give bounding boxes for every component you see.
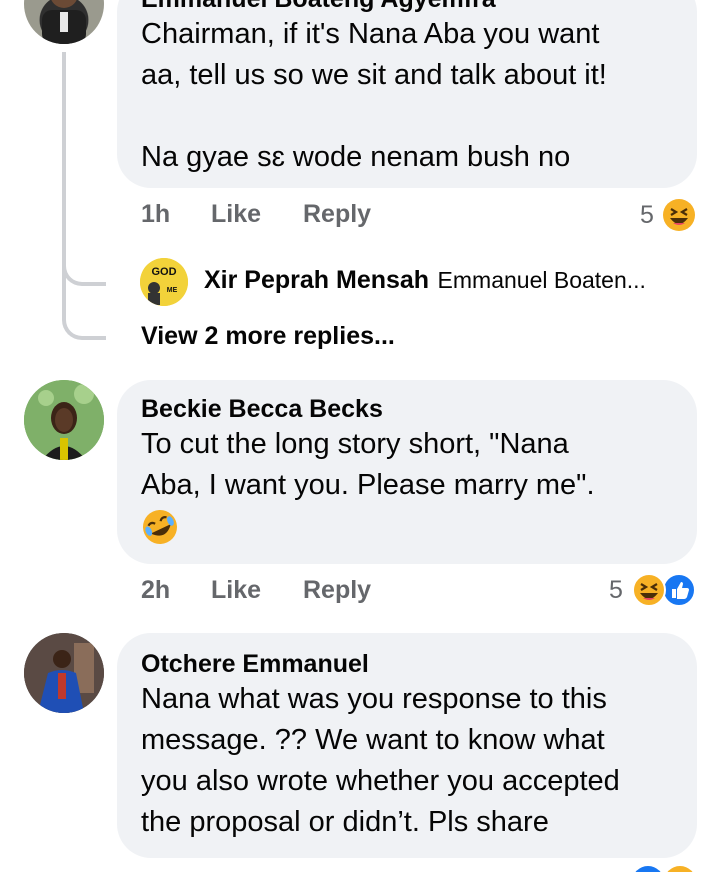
comment-author[interactable]: Beckie Becca Becks	[141, 394, 673, 424]
thread-connector-view-more	[62, 282, 106, 340]
avatar-image	[24, 633, 104, 713]
rolling-laughing-emoji	[143, 510, 177, 544]
comment-text-line: To cut the long story short, "Nana	[141, 428, 569, 460]
comment-text-line: aa, tell us so we sit and talk about it!	[141, 59, 607, 91]
avatar-image	[24, 380, 104, 460]
comment-bubble: Emmanuel Boateng Agyemfra Chairman, if i…	[117, 0, 697, 188]
comment-text-line: Aba, I want you. Please marry me".	[141, 469, 595, 501]
svg-text:GOD: GOD	[151, 266, 176, 278]
reply-author[interactable]: Xir Peprah Mensah	[204, 266, 429, 294]
haha-reaction-icon	[632, 573, 666, 607]
reply-snippet: Emmanuel Boaten...	[437, 267, 646, 293]
comment-text-line: Na gyae sɛ wode nenam bush no	[141, 141, 571, 173]
reply-button[interactable]: Reply	[303, 576, 371, 605]
like-reaction-icon	[632, 866, 664, 872]
haha-reaction-icon	[664, 866, 696, 872]
reaction-count: 5	[609, 576, 623, 604]
comment-text-line: you also wrote whether you accepted	[141, 765, 620, 797]
reaction-summary-partial[interactable]	[630, 866, 700, 872]
reaction-summary[interactable]: 5	[600, 573, 700, 609]
comment-timestamp[interactable]: 1h	[141, 200, 170, 229]
comment-author[interactable]: Emmanuel Boateng Agyemfra	[141, 0, 673, 14]
svg-text:ME: ME	[167, 287, 178, 294]
comment-text-line: message. ?? We want to know what	[141, 724, 605, 756]
comment-author[interactable]: Otchere Emmanuel	[141, 649, 673, 679]
avatar[interactable]	[24, 380, 104, 460]
avatar-image: GOD ME	[140, 258, 188, 306]
like-reaction-icon	[662, 573, 696, 607]
avatar[interactable]	[24, 633, 104, 713]
haha-reaction-icon	[663, 199, 695, 231]
comment-text-line: Chairman, if it's Nana Aba you want	[141, 18, 600, 50]
like-button[interactable]: Like	[211, 200, 261, 229]
reaction-count: 5	[640, 201, 654, 229]
comment-timestamp[interactable]: 2h	[141, 576, 170, 605]
reaction-summary[interactable]: 5	[630, 198, 700, 234]
comment-text-line	[141, 96, 673, 137]
reply-button[interactable]: Reply	[303, 200, 371, 229]
comment-actions: 1h Like Reply	[0, 200, 720, 232]
view-more-replies-link[interactable]: View 2 more replies...	[141, 322, 395, 351]
comment-bubble: Otchere Emmanuel Nana what was you respo…	[117, 633, 697, 858]
avatar-image	[42, 0, 86, 44]
comment-text-line: Nana what was you response to this	[141, 683, 607, 715]
comment-text-line: the proposal or didn’t. Pls share	[141, 806, 549, 838]
reply-preview[interactable]: Xir Peprah Mensah Emmanuel Boaten...	[204, 266, 646, 295]
reply-avatar[interactable]: GOD ME	[140, 258, 188, 306]
like-button[interactable]: Like	[211, 576, 261, 605]
comment-bubble: Beckie Becca Becks To cut the long story…	[117, 380, 697, 564]
avatar[interactable]	[24, 0, 104, 44]
thread-connector-reply	[62, 240, 106, 286]
